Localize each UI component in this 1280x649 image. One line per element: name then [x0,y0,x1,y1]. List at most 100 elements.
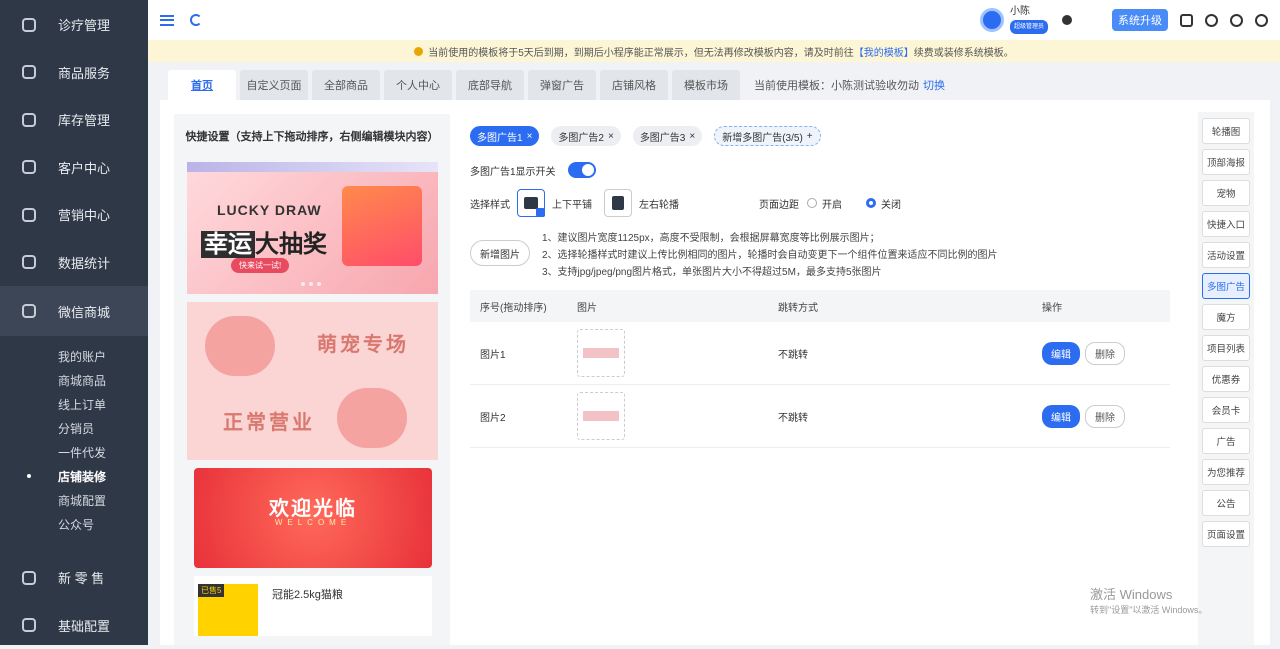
my-template-link[interactable]: 【我的模板】 [854,44,914,59]
close-icon[interactable]: × [689,131,695,142]
nav-stats[interactable]: 数据统计 [0,239,148,287]
palette-activity[interactable]: 活动设置 [1202,242,1250,268]
headset-icon[interactable] [1230,14,1243,27]
style-tile-label: 上下平铺 [552,196,592,211]
margin-label: 页面边距 [759,196,799,211]
palette-page-settings[interactable]: 页面设置 [1202,521,1250,547]
nav-basic-config[interactable]: 基础配置 [0,602,148,649]
tab-bottom-nav[interactable]: 底部导航 [456,70,524,100]
palette-project-list[interactable]: 项目列表 [1202,335,1250,361]
sub-store-decoration[interactable]: 店铺装修 [0,464,148,488]
margin-off-radio[interactable] [866,198,876,208]
rabbit-icon [205,316,275,376]
palette-recommend[interactable]: 为您推荐 [1202,459,1250,485]
style-carousel-option[interactable] [604,189,632,217]
chip-ad-1[interactable]: 多图广告1× [470,126,539,146]
carousel-dots [299,282,323,286]
sub-online-orders[interactable]: 线上订单 [0,392,148,416]
palette-top-poster[interactable]: 顶部海报 [1202,149,1250,175]
switch-template-link[interactable]: 切换 [923,77,945,93]
settings-icon [22,618,36,632]
calendar-icon[interactable] [1180,14,1193,27]
show-toggle-switch[interactable] [568,162,596,178]
nav-goods[interactable]: 商品服务 [0,49,148,97]
menu-toggle-icon[interactable] [160,15,174,26]
ad-chips: 多图广告1× 多图广告2× 多图广告3× 新增多图广告(3/5)+ [470,126,833,146]
delete-button[interactable]: 删除 [1085,405,1125,428]
nav-wechat-mall[interactable]: 微信商城 [0,286,148,336]
welcome-banner[interactable]: 欢迎光临 WELCOME [194,468,432,568]
lucky-draw-banner[interactable]: LUCKY DRAW 幸运大抽奖 快来试一试! [187,172,438,294]
power-icon[interactable] [1255,14,1268,27]
tab-popup-ad[interactable]: 弹窗广告 [528,70,596,100]
sub-mall-config[interactable]: 商城配置 [0,488,148,512]
notice-text: 当前使用的模板将于5天后到期，到期后小程序能正常展示，但无法再修改模板内容，请及… [428,44,854,59]
palette-carousel[interactable]: 轮播图 [1202,118,1250,144]
goods-icon [22,65,36,79]
chip-ad-2[interactable]: 多图广告2× [551,126,620,146]
table-row[interactable]: 图片1 不跳转 编辑删除 [470,322,1170,385]
style-tile-option[interactable] [517,189,545,217]
chip-ad-3[interactable]: 多图广告3× [633,126,702,146]
tab-template-market[interactable]: 模板市场 [672,70,740,100]
pet-special-text: 萌宠专场 [317,328,409,357]
nav-clinic[interactable]: 诊疗管理 [0,1,148,49]
tab-personal-center[interactable]: 个人中心 [384,70,452,100]
tip-line: 3、支持jpg/jpeg/png图片格式，单张图片大小不得超过5M，最多支持5张… [542,264,998,281]
chevron-down-icon[interactable] [1062,15,1072,25]
nav-marketing[interactable]: 营销中心 [0,191,148,239]
tab-custom-page[interactable]: 自定义页面 [240,70,308,100]
image-thumbnail[interactable] [577,329,625,377]
palette-multi-ad[interactable]: 多图广告 [1202,273,1250,299]
preview-top-strip[interactable] [187,162,438,172]
palette-ad[interactable]: 广告 [1202,428,1250,454]
palette-pet[interactable]: 宠物 [1202,180,1250,206]
edit-button[interactable]: 编辑 [1042,342,1080,365]
nav-customer[interactable]: 客户中心 [0,144,148,192]
sold-badge: 已售5 [198,584,224,597]
palette-quick-entry[interactable]: 快捷入口 [1202,211,1250,237]
system-upgrade-button[interactable]: 系统升级 [1112,9,1168,31]
refresh-icon[interactable] [190,14,202,26]
nav-new-retail[interactable]: 新 零 售 [0,554,148,602]
sub-distributor[interactable]: 分销员 [0,416,148,440]
sub-dropship[interactable]: 一件代发 [0,440,148,464]
check-icon [536,208,545,217]
row-jump: 不跳转 [778,409,1042,424]
tile-style-icon [524,197,538,209]
nav-label: 营销中心 [58,205,110,224]
edit-button[interactable]: 编辑 [1042,405,1080,428]
stats-icon [22,255,36,269]
palette-cube[interactable]: 魔方 [1202,304,1250,330]
open-business-text: 正常营业 [223,406,315,435]
palette-announcement[interactable]: 公告 [1202,490,1250,516]
show-toggle-label: 多图广告1显示开关 [470,163,556,178]
delete-button[interactable]: 删除 [1085,342,1125,365]
bell-icon[interactable] [1205,14,1218,27]
add-image-button[interactable]: 新增图片 [470,240,530,266]
close-icon[interactable]: × [527,131,533,142]
add-ad-chip[interactable]: 新增多图广告(3/5)+ [714,126,820,146]
palette-member-card[interactable]: 会员卡 [1202,397,1250,423]
sub-mall-goods[interactable]: 商城商品 [0,368,148,392]
avatar[interactable] [980,8,1004,32]
user-info[interactable]: 小陈 超级管理员 [1010,6,1048,34]
close-icon[interactable]: × [608,131,614,142]
margin-on-radio[interactable] [807,198,817,208]
product-card[interactable]: 已售5 冠能2.5kg猫粮 [194,576,432,636]
row-name: 图片2 [470,409,577,424]
table-row[interactable]: 图片2 不跳转 编辑删除 [470,385,1170,448]
nav-label: 基础配置 [58,616,110,635]
nav-inventory[interactable]: 库存管理 [0,96,148,144]
palette-coupon[interactable]: 优惠券 [1202,366,1250,392]
sub-official-account[interactable]: 公众号 [0,512,148,536]
tab-store-style[interactable]: 店铺风格 [600,70,668,100]
style-label: 选择样式 [470,196,510,211]
tab-all-goods[interactable]: 全部商品 [312,70,380,100]
image-thumbnail[interactable] [577,392,625,440]
welcome-cn-text: 欢迎光临 [194,492,432,521]
style-carousel-label: 左右轮播 [639,196,679,211]
sub-my-account[interactable]: 我的账户 [0,344,148,368]
pet-banner[interactable]: 萌宠专场 正常营业 [187,302,438,460]
tab-home[interactable]: 首页 [168,70,236,100]
